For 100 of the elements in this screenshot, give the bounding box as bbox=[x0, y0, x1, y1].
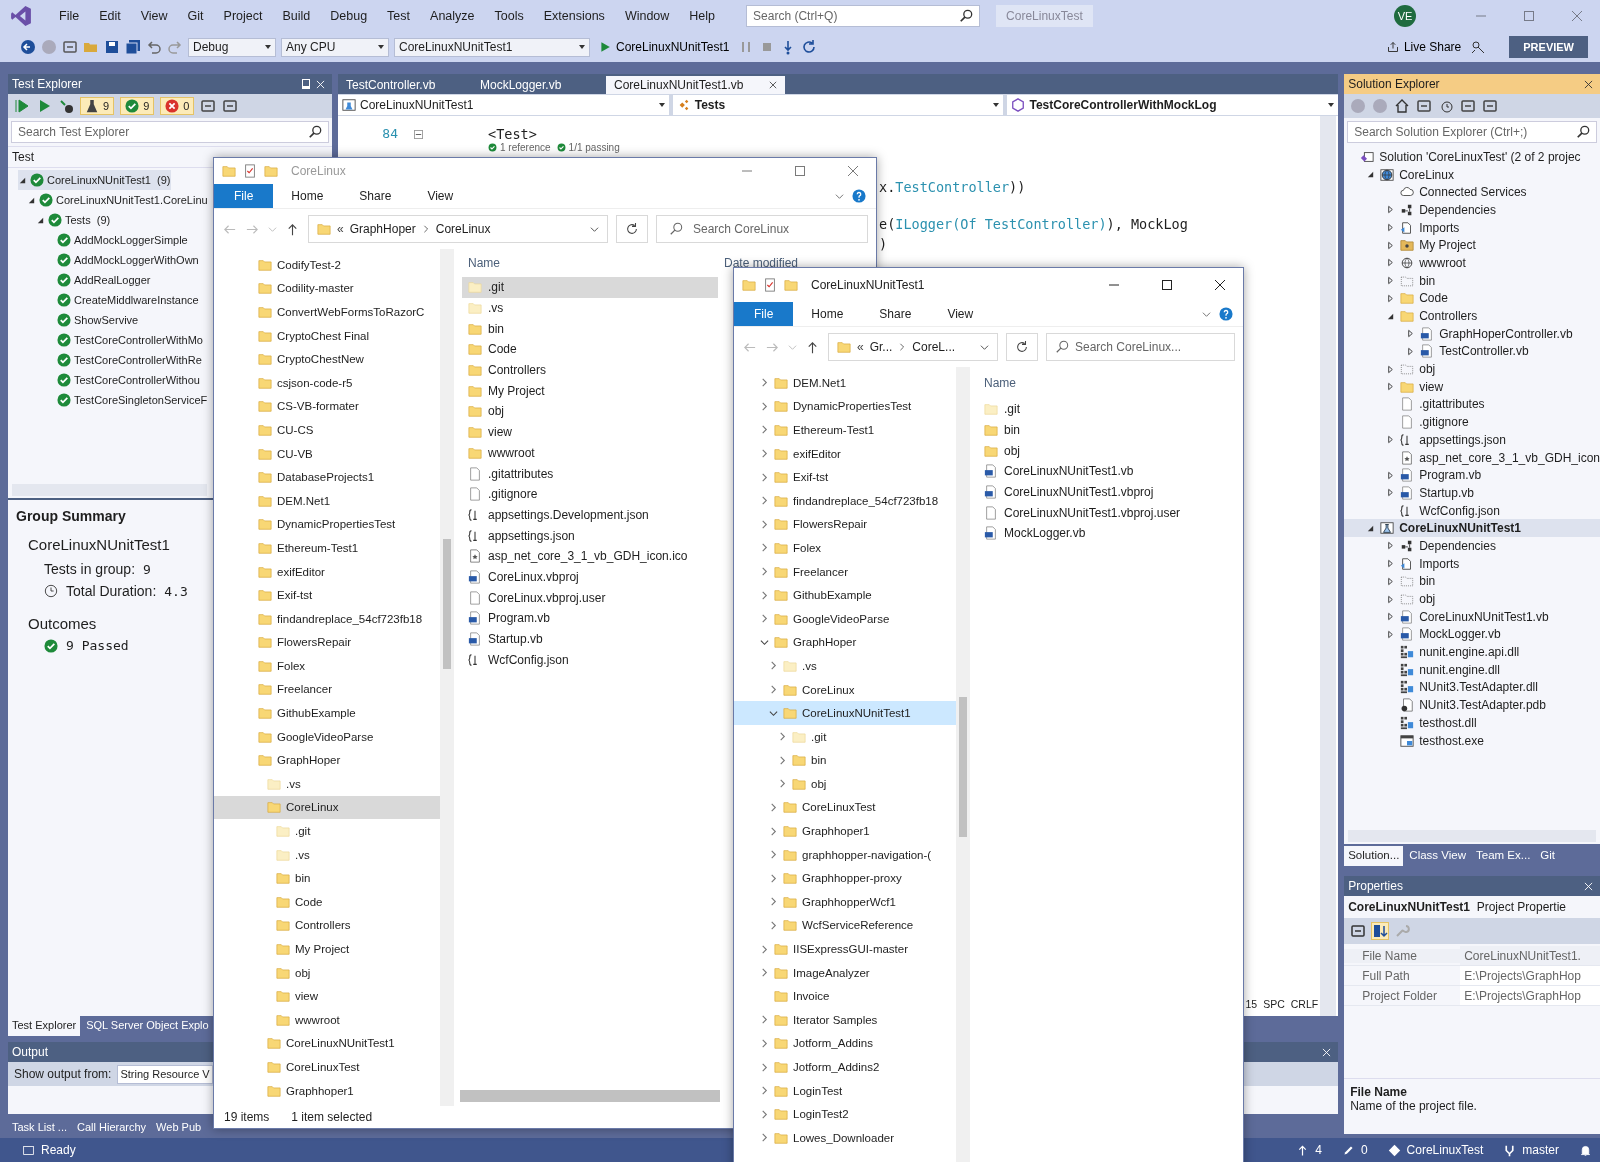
file-item[interactable]: asp_net_core_3_1_vb_GDH_icon.ico bbox=[462, 545, 718, 567]
solution-tree-item[interactable]: nunit.engine.dll bbox=[1344, 660, 1600, 679]
account-avatar[interactable]: VE bbox=[1394, 5, 1416, 27]
folder-tree-item[interactable]: DEM.Net1 bbox=[214, 488, 440, 513]
folder-tree-item[interactable]: Code bbox=[214, 890, 440, 914]
repository-name[interactable]: CoreLinuxTest bbox=[1406, 1143, 1484, 1157]
ribbon-tab[interactable]: Home bbox=[273, 184, 342, 208]
document-tab[interactable]: CoreLinuxNUnitTest1.vb bbox=[606, 76, 786, 94]
folder-tree-item[interactable]: ImageAnalyzer bbox=[734, 960, 956, 985]
solution-tree-item[interactable]: view bbox=[1344, 377, 1600, 396]
folder-tree-item[interactable]: CryptoChestNew bbox=[214, 347, 440, 371]
menu-item[interactable]: Analyze bbox=[421, 9, 484, 23]
solution-tree-item[interactable]: My Project bbox=[1344, 236, 1600, 255]
properties-icon[interactable] bbox=[243, 164, 257, 178]
test-tree-item[interactable]: TestCoreControllerWithou bbox=[45, 370, 200, 390]
redo-icon[interactable] bbox=[167, 39, 183, 55]
chevron-right-icon[interactable] bbox=[760, 378, 769, 388]
file-item[interactable]: .gitattributes bbox=[462, 463, 718, 484]
sort-icon[interactable] bbox=[1372, 923, 1389, 939]
scrollbar[interactable] bbox=[1320, 116, 1337, 1016]
solution-tree-item[interactable]: WcfConfig.json bbox=[1344, 501, 1600, 520]
folder-tree-item[interactable]: .git bbox=[734, 724, 956, 749]
menu-item[interactable]: Help bbox=[680, 9, 725, 23]
live-share-button[interactable]: Live Share bbox=[1382, 38, 1466, 56]
search-field[interactable]: Search Solution Explorer (Ctrl+;) bbox=[1347, 121, 1597, 143]
solution-tree-item[interactable]: testhost.exe bbox=[1344, 731, 1600, 750]
folder-tree-item[interactable]: Ethereum-Test1 bbox=[734, 418, 956, 442]
test-tree-item[interactable]: CoreLinuxNUnitTest1.CoreLinu bbox=[27, 190, 208, 210]
start-button[interactable]: CoreLinuxNUnitTest1 bbox=[595, 38, 734, 56]
folder-tree-item[interactable]: bin bbox=[734, 748, 956, 773]
folder-tree-item[interactable]: CryptoChest Final bbox=[214, 323, 440, 348]
chevron-right-icon[interactable] bbox=[898, 343, 907, 351]
configuration-dropdown[interactable]: Debug bbox=[188, 37, 276, 57]
refresh-icon[interactable] bbox=[1006, 333, 1038, 361]
chevron-right-icon[interactable] bbox=[760, 425, 769, 435]
file-item[interactable]: Code bbox=[462, 339, 718, 360]
collapse-arrow-icon[interactable] bbox=[1366, 523, 1376, 533]
folder-tree-item[interactable]: Iterator Samples bbox=[734, 1008, 956, 1032]
close-icon[interactable] bbox=[1214, 279, 1226, 291]
solution-tree-item[interactable]: NUnit3.TestAdapter.pdb bbox=[1344, 696, 1600, 714]
chevron-right-icon[interactable] bbox=[769, 803, 778, 812]
file-item[interactable]: CoreLinux.vbproj.user bbox=[462, 587, 718, 608]
folder-tree-item[interactable]: CU-VB bbox=[214, 441, 440, 466]
chevron-right-icon[interactable] bbox=[760, 543, 769, 553]
overflow-chevron[interactable]: « bbox=[337, 222, 344, 236]
search-field[interactable]: Search CoreLinux bbox=[656, 215, 868, 243]
property-value[interactable]: E:\Projects\GraphHop bbox=[1460, 986, 1600, 1005]
folder-tree-item[interactable]: graphhopper-navigation-( bbox=[734, 842, 956, 867]
solution-tree-item[interactable]: Connected Services bbox=[1344, 183, 1600, 202]
file-item[interactable]: CoreLinuxNUnitTest1.vbproj bbox=[978, 481, 1234, 503]
document-tab[interactable]: TestController.vb bbox=[338, 76, 472, 94]
navigation-dropdown[interactable]: TestCoreControllerWithMockLog bbox=[1007, 95, 1339, 115]
collapse-arrow-icon[interactable] bbox=[1386, 311, 1396, 321]
solution-tree-item[interactable]: Startup.vb bbox=[1344, 484, 1600, 502]
chevron-right-icon[interactable] bbox=[760, 944, 769, 954]
panel-tab[interactable]: Call Hierarchy bbox=[73, 1118, 151, 1138]
solution-tree-item[interactable]: obj bbox=[1344, 360, 1600, 378]
folder-tree-item[interactable]: findandreplace_54cf723fb18 bbox=[214, 606, 440, 631]
scrollbar[interactable] bbox=[460, 1090, 720, 1102]
chevron-right-icon[interactable] bbox=[760, 496, 769, 506]
column-header[interactable]: Date modified bbox=[724, 256, 799, 270]
column-header[interactable]: Test bbox=[12, 150, 34, 164]
file-item[interactable]: wwwroot bbox=[462, 442, 718, 464]
repository-icon[interactable] bbox=[1387, 1143, 1401, 1157]
folder-tree-item[interactable]: CoreLinux bbox=[734, 677, 956, 702]
test-tree-item[interactable]: ShowServive bbox=[45, 310, 139, 330]
folder-tree-item[interactable]: GraphhopperWcf1 bbox=[734, 890, 956, 914]
chevron-down-icon[interactable] bbox=[980, 342, 989, 352]
file-item[interactable]: .vs bbox=[462, 297, 718, 319]
folder-tree-item[interactable]: IISExpressGUI-master bbox=[734, 937, 956, 961]
chevron-right-icon[interactable] bbox=[760, 1062, 769, 1072]
collapse-arrow-icon[interactable] bbox=[1366, 170, 1376, 180]
property-name[interactable]: Full Path bbox=[1344, 968, 1461, 983]
folder-tree-item[interactable]: Freelancer bbox=[734, 559, 956, 584]
folder-tree-item[interactable]: CoreLinuxNUnitTest1 bbox=[734, 701, 956, 725]
folder-tree-item[interactable]: .vs bbox=[734, 654, 956, 678]
folder-tree-item[interactable]: GithubExample bbox=[734, 583, 956, 607]
ribbon-tab[interactable]: Share bbox=[341, 184, 410, 208]
solution-tree-item[interactable]: obj bbox=[1344, 590, 1600, 608]
collapse-icon[interactable] bbox=[414, 130, 423, 139]
folder-tree-item[interactable]: FlowersRepair bbox=[214, 630, 440, 655]
ribbon-tab[interactable]: File bbox=[734, 302, 794, 326]
folder-tree-item[interactable]: Exif-tst bbox=[214, 583, 440, 607]
file-item[interactable]: obj bbox=[462, 401, 718, 422]
preview-button[interactable]: PREVIEW bbox=[1509, 36, 1588, 58]
folder-tree-item[interactable]: Freelancer bbox=[214, 677, 440, 702]
overflow-chevron[interactable]: « bbox=[857, 340, 864, 354]
folder-tree-item[interactable]: CoreLinuxNUnitTest1 bbox=[214, 1031, 440, 1056]
save-icon[interactable] bbox=[104, 39, 120, 55]
folder-tree-item[interactable]: CoreLinuxTest bbox=[734, 795, 956, 820]
test-tree-item[interactable]: TestCoreSingletonServiceF bbox=[45, 390, 208, 410]
close-icon[interactable] bbox=[769, 81, 778, 89]
status-count[interactable]: 4 bbox=[1315, 1143, 1322, 1157]
solution-tree-item[interactable]: appsettings.json bbox=[1344, 431, 1600, 449]
folder-tree-item[interactable]: Jotform_Addins bbox=[734, 1031, 956, 1056]
undo-icon[interactable] bbox=[146, 39, 162, 55]
folder-tree-item[interactable]: GraphHoper bbox=[214, 748, 440, 773]
file-item[interactable]: appsettings.json bbox=[462, 525, 718, 546]
document-tab[interactable]: MockLogger.vb bbox=[472, 76, 606, 94]
solution-tree-item[interactable]: Imports bbox=[1344, 218, 1600, 237]
